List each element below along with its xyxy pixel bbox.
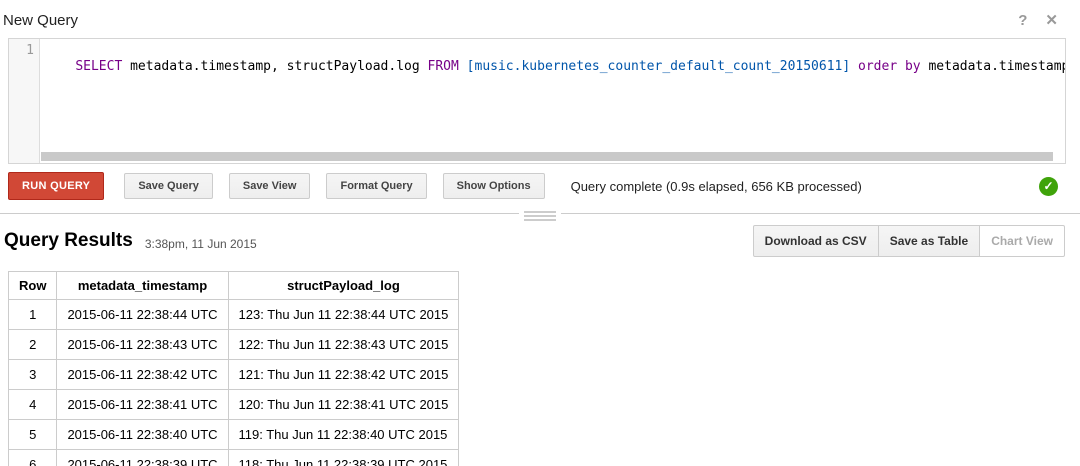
log-cell: 123: Thu Jun 11 22:38:44 UTC 2015 [228,300,459,330]
timestamp-cell: 2015-06-11 22:38:43 UTC [57,330,228,360]
query-status-text: Query complete (0.9s elapsed, 656 KB pro… [571,179,1039,194]
log-cell: 120: Thu Jun 11 22:38:41 UTC 2015 [228,390,459,420]
log-cell: 121: Thu Jun 11 22:38:42 UTC 2015 [228,360,459,390]
table-row: 3 2015-06-11 22:38:42 UTC 121: Thu Jun 1… [9,360,459,390]
row-number-cell: 1 [9,300,57,330]
sql-token [897,59,905,74]
sql-token: FROM [428,59,459,74]
chart-view-button: Chart View [979,225,1065,257]
titlebar-icons: ? ✕ [1018,13,1058,28]
sql-token: metadata.timestamp [921,59,1065,74]
row-number-cell: 5 [9,420,57,450]
results-header: Query Results 3:38pm, 11 Jun 2015 Downlo… [4,224,1065,258]
page-title: New Query [3,12,78,29]
query-toolbar: RUN QUERY Save Query Save View Format Qu… [8,172,1072,200]
table-row: 5 2015-06-11 22:38:40 UTC 119: Thu Jun 1… [9,420,459,450]
run-query-button[interactable]: RUN QUERY [8,172,104,200]
row-number-cell: 6 [9,450,57,466]
sql-token [850,59,858,74]
timestamp-cell: 2015-06-11 22:38:39 UTC [57,450,228,466]
save-view-button[interactable]: Save View [229,173,311,199]
save-as-table-button[interactable]: Save as Table [878,225,981,257]
table-header-row: Row metadata_timestamp structPayload_log [9,272,459,300]
table-row: 1 2015-06-11 22:38:44 UTC 123: Thu Jun 1… [9,300,459,330]
sql-token: by [905,59,921,74]
table-row: 4 2015-06-11 22:38:41 UTC 120: Thu Jun 1… [9,390,459,420]
sql-token: SELECT [75,59,122,74]
column-header-row: Row [9,272,57,300]
show-options-button[interactable]: Show Options [443,173,545,199]
divider-drag-handle[interactable] [519,207,561,225]
query-editor[interactable]: 1 SELECT metadata.timestamp, structPaylo… [8,38,1066,164]
help-icon[interactable]: ? [1018,13,1027,28]
timestamp-cell: 2015-06-11 22:38:42 UTC [57,360,228,390]
save-query-button[interactable]: Save Query [124,173,213,199]
column-header-metadata-timestamp: metadata_timestamp [57,272,228,300]
sql-token: metadata.timestamp, structPayload.log [122,59,427,74]
timestamp-cell: 2015-06-11 22:38:41 UTC [57,390,228,420]
title-bar: New Query ? ✕ [0,0,1080,34]
editor-gutter: 1 [9,39,40,163]
timestamp-cell: 2015-06-11 22:38:40 UTC [57,420,228,450]
query-success-check-icon: ✓ [1039,177,1058,196]
log-cell: 119: Thu Jun 11 22:38:40 UTC 2015 [228,420,459,450]
column-header-structpayload-log: structPayload_log [228,272,459,300]
line-number: 1 [26,43,34,58]
sql-code-line[interactable]: SELECT metadata.timestamp, structPayload… [40,39,1065,163]
sql-token [459,59,467,74]
log-cell: 122: Thu Jun 11 22:38:43 UTC 2015 [228,330,459,360]
row-number-cell: 2 [9,330,57,360]
results-title: Query Results [4,230,133,252]
download-as-csv-button[interactable]: Download as CSV [753,225,879,257]
table-row: 2 2015-06-11 22:38:43 UTC 122: Thu Jun 1… [9,330,459,360]
table-row: 6 2015-06-11 22:38:39 UTC 118: Thu Jun 1… [9,450,459,466]
row-number-cell: 3 [9,360,57,390]
sql-token: [music.kubernetes_counter_default_count_… [467,59,851,74]
format-query-button[interactable]: Format Query [326,173,426,199]
panel-divider [0,213,1080,214]
close-icon[interactable]: ✕ [1045,13,1058,28]
row-number-cell: 4 [9,390,57,420]
timestamp-cell: 2015-06-11 22:38:44 UTC [57,300,228,330]
sql-token: order [858,59,897,74]
results-actions: Download as CSV Save as Table Chart View [754,225,1065,257]
editor-horizontal-scrollbar[interactable] [41,152,1053,161]
results-table: Row metadata_timestamp structPayload_log… [8,271,459,466]
log-cell: 118: Thu Jun 11 22:38:39 UTC 2015 [228,450,459,466]
results-timestamp: 3:38pm, 11 Jun 2015 [145,237,257,251]
